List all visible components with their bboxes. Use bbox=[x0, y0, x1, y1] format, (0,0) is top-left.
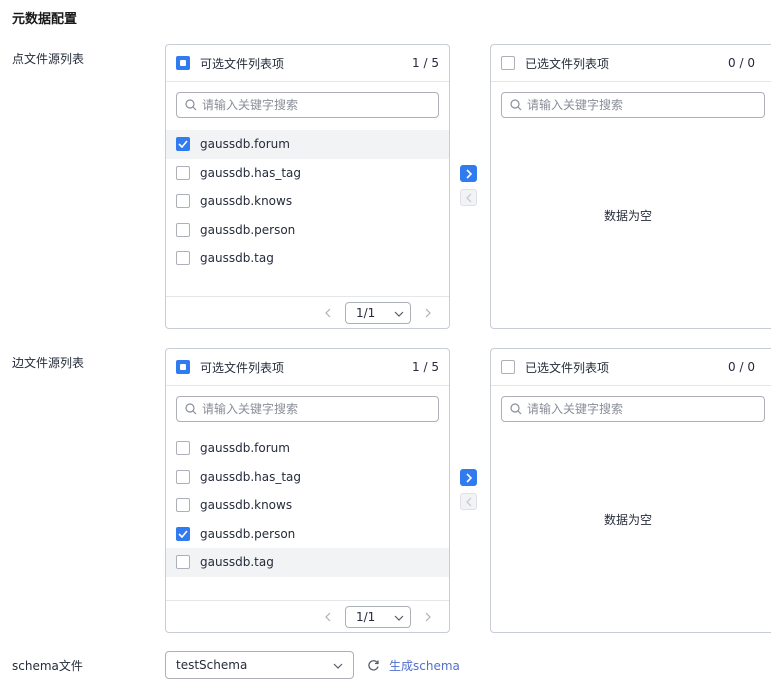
list-item[interactable]: gaussdb.tag bbox=[166, 244, 449, 273]
edge-target-empty-text: 数据为空 bbox=[603, 513, 652, 527]
checkmark-icon bbox=[178, 140, 188, 149]
vertex-source-select-all-checkbox[interactable] bbox=[176, 56, 190, 70]
vertex-target-empty-text: 数据为空 bbox=[603, 209, 652, 223]
vertex-source-search[interactable] bbox=[176, 92, 439, 118]
item-checkbox[interactable] bbox=[176, 441, 190, 456]
next-page-icon[interactable] bbox=[421, 306, 435, 320]
vertex-page-value: 1/1 bbox=[356, 305, 376, 320]
vertex-page-select[interactable]: 1/1 bbox=[345, 301, 411, 324]
edge-target-panel: 已选文件列表项 0 / 0 数据为空 bbox=[490, 348, 771, 633]
generate-schema-label: 生成schema bbox=[389, 659, 460, 673]
edge-source-panel: 可选文件列表项 1 / 5 gaussdb.forum gaussdb.has_t… bbox=[165, 348, 450, 633]
list-item[interactable]: gaussdb.has_tag bbox=[166, 159, 449, 188]
item-checkbox[interactable] bbox=[176, 498, 190, 513]
vertex-target-search-input[interactable] bbox=[527, 98, 756, 112]
vertex-target-panel: 已选文件列表项 0 / 0 数据为空 bbox=[490, 44, 771, 329]
vertex-target-header: 已选文件列表项 0 / 0 bbox=[491, 45, 771, 82]
item-label: gaussdb.has_tag bbox=[200, 469, 302, 484]
chevron-down-icon bbox=[394, 610, 404, 624]
edge-source-search-input[interactable] bbox=[202, 402, 430, 416]
list-item[interactable]: gaussdb.person bbox=[166, 216, 449, 245]
search-icon bbox=[185, 99, 197, 111]
edge-target-search[interactable] bbox=[501, 396, 765, 422]
edge-source-pager: 1/1 bbox=[166, 600, 449, 632]
list-item[interactable]: gaussdb.forum bbox=[166, 434, 449, 463]
schema-label: schema文件 bbox=[12, 659, 83, 673]
generate-schema-link[interactable]: 生成schema bbox=[367, 657, 460, 674]
vertex-move-left-button[interactable] bbox=[460, 189, 477, 206]
list-item[interactable]: gaussdb.knows bbox=[166, 491, 449, 520]
edge-target-search-input[interactable] bbox=[527, 402, 756, 416]
next-page-icon[interactable] bbox=[421, 610, 435, 624]
item-label: gaussdb.forum bbox=[200, 441, 290, 456]
edge-source-select-all-checkbox[interactable] bbox=[176, 360, 190, 374]
edge-target-title: 已选文件列表项 bbox=[525, 360, 610, 375]
item-checkbox[interactable] bbox=[176, 222, 190, 237]
item-checkbox[interactable] bbox=[176, 251, 190, 266]
vertex-source-pager: 1/1 bbox=[166, 296, 449, 328]
item-label: gaussdb.tag bbox=[200, 555, 274, 570]
checkmark-icon bbox=[178, 530, 188, 538]
chevron-left-icon bbox=[465, 193, 471, 202]
item-label: gaussdb.knows bbox=[200, 498, 293, 513]
vertex-source-panel: 可选文件列表项 1 / 5 gaussdb.forum gaussdb.has_t… bbox=[165, 44, 450, 329]
item-label: gaussdb.has_tag bbox=[200, 165, 302, 180]
search-icon bbox=[510, 99, 522, 111]
prev-page-icon[interactable] bbox=[321, 610, 335, 624]
list-item[interactable]: gaussdb.tag bbox=[166, 548, 449, 577]
schema-select-value: testSchema bbox=[176, 658, 248, 672]
chevron-right-icon bbox=[465, 472, 472, 483]
item-label: gaussdb.person bbox=[200, 526, 296, 541]
edge-source-list: gaussdb.forum gaussdb.has_tag gaussdb.know… bbox=[166, 434, 449, 577]
vertex-target-search[interactable] bbox=[501, 92, 765, 118]
vertex-source-label: 点文件源列表 bbox=[12, 52, 85, 66]
item-checkbox[interactable] bbox=[176, 194, 190, 209]
edge-page-select[interactable]: 1/1 bbox=[345, 605, 411, 628]
vertex-target-title: 已选文件列表项 bbox=[525, 56, 610, 71]
edge-source-label: 边文件源列表 bbox=[12, 356, 85, 370]
chevron-down-icon bbox=[394, 306, 404, 320]
section-title: 元数据配置 bbox=[12, 12, 78, 27]
vertex-target-count: 0 / 0 bbox=[728, 56, 755, 70]
chevron-down-icon bbox=[333, 658, 343, 672]
edge-target-count: 0 / 0 bbox=[728, 360, 755, 374]
vertex-target-select-all-checkbox[interactable] bbox=[501, 56, 515, 70]
vertex-source-search-input[interactable] bbox=[202, 98, 430, 112]
item-label: gaussdb.knows bbox=[200, 194, 293, 209]
vertex-source-title: 可选文件列表项 bbox=[200, 56, 285, 71]
item-label: gaussdb.person bbox=[200, 222, 296, 237]
edge-source-header: 可选文件列表项 1 / 5 bbox=[166, 349, 449, 386]
item-label: gaussdb.tag bbox=[200, 251, 274, 266]
chevron-left-icon bbox=[465, 497, 471, 506]
list-item[interactable]: gaussdb.knows bbox=[166, 187, 449, 216]
edge-source-title: 可选文件列表项 bbox=[200, 360, 285, 375]
item-checkbox[interactable] bbox=[176, 469, 190, 484]
search-icon bbox=[510, 403, 522, 415]
item-checkbox[interactable] bbox=[176, 165, 190, 180]
refresh-icon bbox=[367, 659, 380, 672]
vertex-move-right-button[interactable] bbox=[460, 165, 477, 182]
vertex-source-header: 可选文件列表项 1 / 5 bbox=[166, 45, 449, 82]
edge-move-left-button[interactable] bbox=[460, 493, 477, 510]
item-checkbox[interactable] bbox=[176, 137, 190, 152]
edge-move-right-button[interactable] bbox=[460, 469, 477, 486]
vertex-source-count: 1 / 5 bbox=[412, 56, 439, 70]
list-item[interactable]: gaussdb.forum bbox=[166, 130, 449, 159]
list-item[interactable]: gaussdb.has_tag bbox=[166, 463, 449, 492]
item-label: gaussdb.forum bbox=[200, 137, 290, 152]
item-checkbox[interactable] bbox=[176, 555, 190, 570]
chevron-right-icon bbox=[465, 168, 472, 179]
prev-page-icon[interactable] bbox=[321, 306, 335, 320]
edge-target-select-all-checkbox[interactable] bbox=[501, 360, 515, 374]
schema-select[interactable]: testSchema bbox=[165, 651, 354, 679]
edge-source-search[interactable] bbox=[176, 396, 439, 422]
edge-page-value: 1/1 bbox=[356, 609, 376, 624]
vertex-source-list: gaussdb.forum gaussdb.has_tag gaussdb.know… bbox=[166, 130, 449, 273]
edge-source-count: 1 / 5 bbox=[412, 360, 439, 374]
search-icon bbox=[185, 403, 197, 415]
edge-target-header: 已选文件列表项 0 / 0 bbox=[491, 349, 771, 386]
item-checkbox[interactable] bbox=[176, 526, 190, 541]
list-item[interactable]: gaussdb.person bbox=[166, 520, 449, 549]
